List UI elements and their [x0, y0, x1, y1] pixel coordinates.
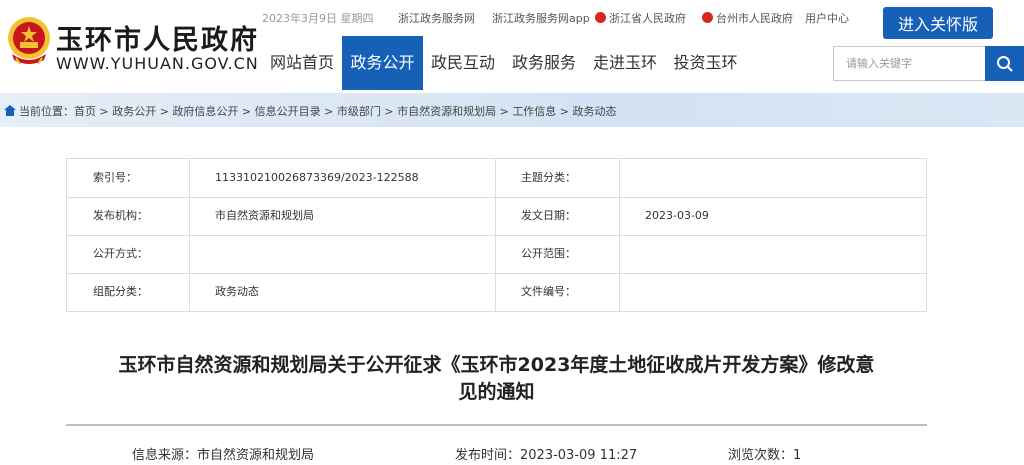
crumb-city-depts[interactable]: 市级部门: [337, 105, 381, 118]
document-meta-table: 索引号： 113310210026873369/2023-122588 主题分类…: [66, 158, 927, 312]
meta-value-doc-number: [619, 273, 645, 311]
meta-label-publisher: 发布机构：: [93, 209, 148, 222]
views-value: 1: [793, 448, 802, 463]
meta-value-open-scope: [619, 235, 645, 273]
article-publish-time: 发布时间：2023-03-09 11:27: [455, 444, 637, 463]
site-name[interactable]: 玉环市人民政府: [56, 18, 259, 57]
meta-label-index: 索引号：: [93, 171, 137, 184]
zhejiang-gov-icon: [595, 12, 606, 23]
nav-invest[interactable]: 投资玉环: [665, 36, 746, 90]
crumb-natural-resources[interactable]: 市自然资源和规划局: [397, 105, 496, 118]
crumb-work-info[interactable]: 工作信息: [512, 105, 556, 118]
article-title-line-2: 见的通知: [458, 381, 535, 403]
views-label: 浏览次数：: [728, 448, 794, 463]
search-icon: [996, 55, 1013, 72]
meta-value-index: 113310210026873369/2023-122588: [215, 171, 419, 184]
home-icon: [4, 105, 16, 116]
search-input[interactable]: 请输入关键字: [833, 46, 985, 81]
meta-value-publisher: 市自然资源和规划局: [215, 209, 314, 222]
nav-services[interactable]: 政务服务: [503, 36, 585, 90]
crumb-gov-open[interactable]: 政务公开: [112, 105, 156, 118]
nav-interaction[interactable]: 政民互动: [423, 36, 503, 90]
search-button[interactable]: [985, 46, 1024, 81]
crumb-home[interactable]: 首页: [74, 105, 96, 118]
current-date: 2023年3月9日 星期四: [262, 12, 374, 25]
article-views: 浏览次数：1: [728, 444, 801, 463]
breadcrumb-bar: 当前位置：首页 > 政务公开 > 政府信息公开 > 信息公开目录 > 市级部门 …: [0, 93, 1024, 127]
taizhou-gov-icon: [702, 12, 713, 23]
site-domain: WWW.YUHUAN.GOV.CN: [56, 54, 259, 73]
meta-label-doc-number: 文件编号：: [521, 285, 576, 298]
nav-gov-affairs-open[interactable]: 政务公开: [342, 36, 423, 90]
top-link-user-center[interactable]: 用户中心: [805, 10, 849, 26]
breadcrumb-label: 当前位置：: [19, 105, 74, 118]
top-link-taizhou-gov[interactable]: 台州市人民政府: [702, 10, 793, 26]
meta-label-issue-date: 发文日期：: [521, 209, 576, 222]
meta-label-category: 组配分类：: [93, 285, 148, 298]
article-source: 信息来源：市自然资源和规划局: [132, 444, 314, 463]
site-header: 玉环市人民政府 WWW.YUHUAN.GOV.CN 2023年3月9日 星期四 …: [0, 0, 1024, 93]
crumb-info-catalog[interactable]: 信息公开目录: [255, 105, 321, 118]
top-link-zjzwfw[interactable]: 浙江政务服务网: [398, 10, 475, 26]
meta-label-topic: 主题分类：: [521, 171, 576, 184]
top-link-zj-gov[interactable]: 浙江省人民政府: [595, 10, 686, 26]
meta-value-issue-date: 2023-03-09: [645, 209, 709, 222]
title-divider: [66, 424, 927, 426]
search-box: 请输入关键字: [833, 46, 1024, 81]
source-label: 信息来源：: [132, 448, 198, 463]
nav-about-yuhuan[interactable]: 走进玉环: [585, 36, 665, 90]
breadcrumb: 当前位置：首页 > 政务公开 > 政府信息公开 > 信息公开目录 > 市级部门 …: [4, 103, 617, 119]
meta-value-category: 政务动态: [215, 285, 259, 298]
meta-label-open-method: 公开方式：: [93, 247, 148, 260]
national-emblem-icon: [8, 17, 50, 65]
article-title: 玉环市自然资源和规划局关于公开征求《玉环市2023年度土地征收成片开发方案》修改…: [66, 352, 927, 406]
publish-label: 发布时间：: [455, 448, 521, 463]
nav-home[interactable]: 网站首页: [262, 36, 342, 90]
crumb-gov-news[interactable]: 政务动态: [573, 105, 617, 118]
publish-value: 2023-03-09 11:27: [520, 448, 638, 463]
meta-value-topic: [619, 159, 645, 197]
source-value: 市自然资源和规划局: [197, 448, 315, 463]
top-link-zjzwfw-app[interactable]: 浙江政务服务网app: [492, 10, 590, 26]
article-title-line-1: 玉环市自然资源和规划局关于公开征求《玉环市2023年度土地征收成片开发方案》修改…: [118, 354, 875, 376]
meta-value-open-method: [189, 235, 215, 273]
meta-label-open-scope: 公开范围：: [521, 247, 576, 260]
care-mode-button[interactable]: 进入关怀版: [883, 7, 993, 39]
crumb-gov-info-open[interactable]: 政府信息公开: [172, 105, 238, 118]
